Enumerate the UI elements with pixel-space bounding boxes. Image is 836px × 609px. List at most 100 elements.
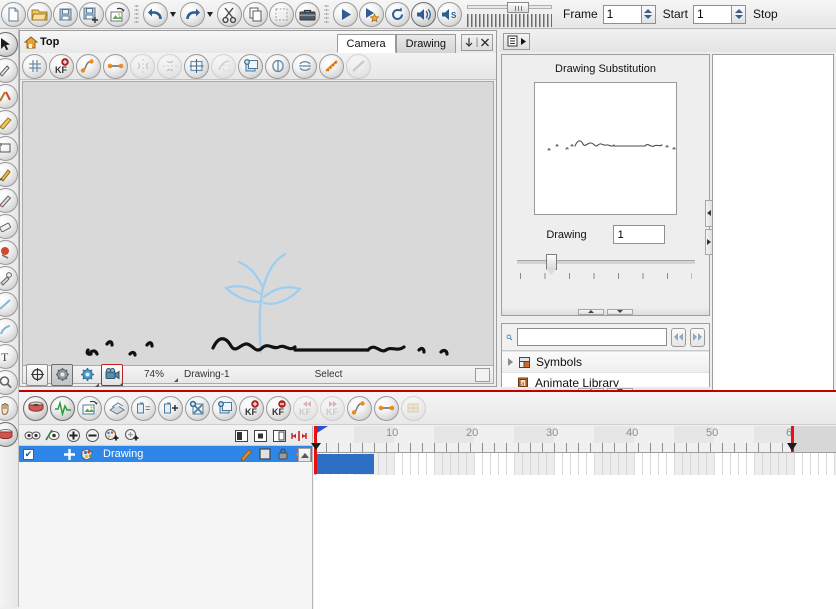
layer-animate-button[interactable] — [239, 447, 253, 461]
timeline-ruler[interactable]: 102030405060 — [314, 426, 836, 453]
center-view-button[interactable] — [26, 363, 48, 386]
tool-color-swatch[interactable] — [0, 422, 18, 447]
duplicate-layer-button[interactable] — [212, 395, 237, 421]
library-prev-button[interactable] — [671, 327, 686, 347]
show-function-editor[interactable] — [50, 395, 75, 421]
hide-selection-button[interactable] — [45, 429, 62, 442]
search-magnifier-icon[interactable] — [506, 329, 513, 346]
open-scene-button[interactable] — [27, 1, 52, 27]
timeline-layer-row[interactable]: ✔ Drawing — [19, 446, 312, 462]
show-grid-button[interactable] — [22, 53, 47, 79]
add-scan-layer-button[interactable] — [104, 395, 129, 421]
play-button[interactable] — [333, 1, 358, 27]
tool-pencil-corner-icon[interactable] — [13, 208, 17, 212]
save-as-button[interactable] — [79, 1, 104, 27]
new-scene-button[interactable] — [1, 1, 26, 27]
toggle-thumbnails-button[interactable] — [401, 395, 426, 421]
start-stepper-buttons[interactable] — [731, 4, 747, 24]
tool-contour-editor[interactable] — [0, 84, 18, 109]
undo-dropdown-caret-icon[interactable] — [170, 11, 176, 17]
motion-path-button[interactable] — [76, 53, 101, 79]
layer-lock-button[interactable] — [277, 447, 289, 461]
add-layer-button[interactable] — [66, 428, 81, 443]
tool-shape-rect[interactable] — [0, 318, 18, 343]
tool-cutter-corner-icon[interactable] — [13, 78, 17, 82]
zoom-level[interactable]: 74% — [144, 369, 164, 380]
prev-keyframe-button[interactable]: KF — [293, 395, 318, 421]
split-horizontal-button[interactable] — [292, 53, 317, 79]
next-keyframe-button[interactable]: KF — [320, 395, 345, 421]
save-all-button[interactable] — [105, 1, 130, 27]
cut-button[interactable] — [217, 1, 242, 27]
flip-vertical-button[interactable] — [157, 53, 182, 79]
add-keyframe-button[interactable]: KF — [49, 53, 74, 79]
tool-dropper[interactable] — [0, 266, 18, 291]
flip-horizontal-button[interactable] — [130, 53, 155, 79]
play-preview-options-corner-icon[interactable] — [379, 21, 383, 26]
status-color-swatch[interactable] — [475, 367, 490, 382]
library-item-symbols[interactable]: Symbols — [502, 351, 709, 373]
reset-view-button[interactable] — [184, 53, 209, 79]
onion-skin-button[interactable] — [211, 53, 236, 79]
control-point-button[interactable] — [103, 53, 128, 79]
paste-button[interactable] — [269, 1, 294, 27]
display-settings-button[interactable] — [76, 364, 99, 387]
tab-drawing[interactable]: Drawing — [395, 34, 456, 53]
timeline-end-marker[interactable] — [787, 426, 797, 452]
tool-pencil-editor[interactable] — [0, 110, 18, 135]
add-drawing-layer-button[interactable] — [77, 395, 102, 421]
redo-button[interactable] — [180, 1, 205, 27]
show-all-layers-button[interactable] — [24, 429, 41, 442]
render-settings-button[interactable] — [51, 363, 73, 386]
delete-layer-button[interactable] — [85, 428, 100, 443]
add-keyframe-button[interactable]: KF — [239, 395, 264, 421]
measure-alt-button[interactable] — [346, 53, 371, 79]
camera-select-button[interactable] — [101, 363, 123, 386]
tool-cutter[interactable] — [0, 58, 18, 83]
secondary-view-panel[interactable] — [712, 54, 834, 413]
tool-shape-line[interactable] — [0, 292, 18, 317]
undo-button[interactable] — [143, 1, 168, 27]
tool-paint[interactable] — [0, 240, 18, 265]
tab-camera[interactable]: Camera — [336, 34, 396, 53]
split-vertical-button[interactable] — [265, 53, 290, 79]
thumbnail-left-button[interactable] — [234, 429, 249, 443]
timeline-frame-cells[interactable] — [314, 453, 836, 475]
tool-brush-corner-icon[interactable] — [13, 182, 17, 186]
add-element-button[interactable] — [104, 428, 120, 443]
sound-on-button[interactable] — [411, 1, 436, 27]
drawing-thumbnail[interactable] — [534, 82, 677, 215]
library-next-button[interactable] — [690, 327, 705, 347]
onion-skin-toggle[interactable] — [23, 395, 48, 421]
tool-paint-corner-icon[interactable] — [13, 260, 17, 264]
layer-visibility-checkbox[interactable]: ✔ — [23, 448, 34, 460]
add-column-equal-button[interactable]: = — [131, 395, 156, 421]
frame-stepper-buttons[interactable] — [640, 4, 656, 24]
play-preview-button[interactable] — [359, 1, 384, 27]
thumbnail-center-button[interactable] — [253, 429, 268, 443]
measure-button[interactable] — [319, 53, 344, 79]
loop-button[interactable] — [385, 1, 410, 27]
start-stepper[interactable] — [693, 4, 747, 24]
tool-pencil[interactable] — [0, 188, 18, 213]
home-icon[interactable] — [24, 35, 38, 49]
frame-stepper[interactable] — [602, 4, 656, 24]
panel-menu-button[interactable] — [503, 32, 530, 50]
ds-split-up-button[interactable] — [578, 308, 604, 315]
set-ease-button[interactable] — [347, 395, 372, 421]
add-group-button[interactable] — [124, 428, 140, 443]
playback-speed-slider[interactable] — [467, 1, 552, 27]
tool-brush[interactable] — [0, 162, 18, 187]
layer-name-label[interactable]: Drawing — [103, 448, 143, 460]
save-button[interactable] — [53, 1, 78, 27]
delete-keyframe-button[interactable]: KF — [266, 395, 291, 421]
drawing-number-input[interactable] — [612, 225, 665, 244]
ds-slider-thumb[interactable] — [545, 254, 557, 275]
plus-expand-icon[interactable] — [63, 448, 76, 461]
tool-text[interactable]: T — [0, 344, 18, 369]
layer-scroll-up-button[interactable] — [298, 448, 311, 462]
tool-select[interactable] — [0, 32, 18, 57]
copy-layer-button[interactable] — [238, 53, 263, 79]
tool-transform[interactable] — [0, 136, 18, 161]
add-peg-button[interactable] — [185, 395, 210, 421]
